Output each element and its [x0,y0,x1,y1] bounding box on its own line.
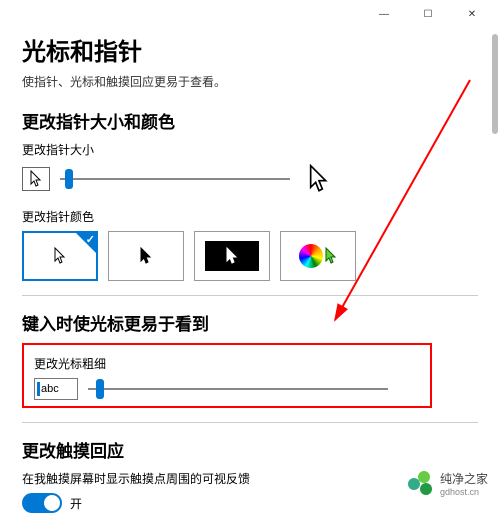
selected-check-icon [76,233,96,253]
pointer-size-slider[interactable] [60,169,290,189]
section-caret: 键入时使光标更易于看到 [22,310,478,335]
watermark: 纯净之家 gdhost.cn [408,470,488,497]
pointer-size-label: 更改指针大小 [22,141,478,158]
caret-thickness-label: 更改光标粗细 [34,355,420,372]
caret-preview: abc [34,378,78,400]
pointer-color-custom[interactable] [280,231,356,281]
vertical-scrollbar[interactable] [492,34,498,134]
section-touch: 更改触摸回应 [22,437,478,462]
watermark-logo-icon [408,471,434,497]
pointer-size-large-icon [306,164,332,194]
pointer-color-white[interactable] [22,231,98,281]
caret-thickness-slider[interactable] [88,379,388,399]
minimize-button[interactable]: — [362,0,406,28]
page-subtitle: 使指针、光标和触摸回应更易于查看。 [22,73,478,90]
section-pointer-size-color: 更改指针大小和颜色 [22,108,478,133]
color-wheel-icon [299,244,323,268]
caret-preview-text: abc [41,383,59,395]
touch-feedback-state: 开 [70,495,82,512]
watermark-url: gdhost.cn [440,487,488,497]
close-button[interactable]: ✕ [450,0,494,28]
pointer-size-preview [22,167,50,191]
divider [22,295,478,296]
touch-feedback-toggle[interactable] [22,493,62,513]
page-title: 光标和指针 [22,32,478,67]
caret-icon [37,382,40,396]
pointer-color-black[interactable] [108,231,184,281]
window-titlebar: — ☐ ✕ [0,0,500,28]
cursor-icon [29,170,43,188]
annotation-highlight-box: 更改光标粗细 abc [22,343,432,408]
divider [22,422,478,423]
pointer-color-inverted[interactable] [194,231,270,281]
maximize-button[interactable]: ☐ [406,0,450,28]
pointer-color-label: 更改指针颜色 [22,208,478,225]
watermark-name: 纯净之家 [440,472,488,486]
